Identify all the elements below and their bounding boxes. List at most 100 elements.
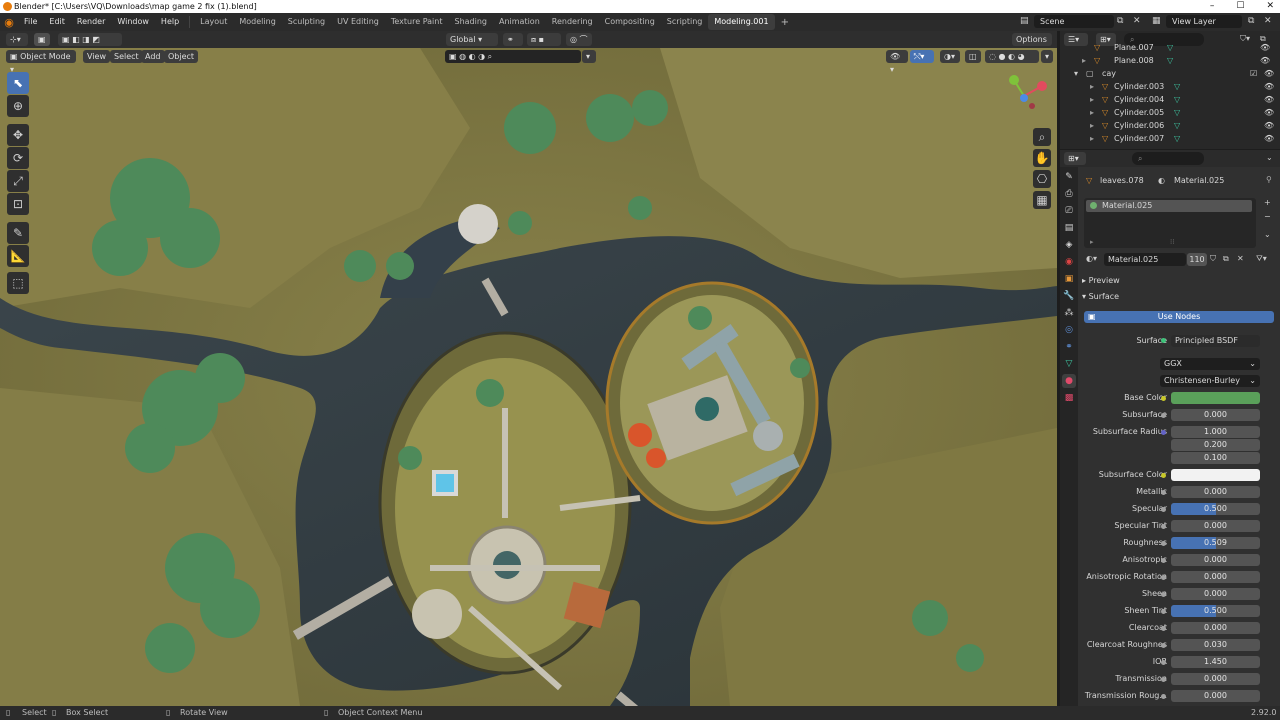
color-swatch[interactable] xyxy=(1171,469,1260,481)
select-cursor-icon[interactable]: ⬉ xyxy=(7,72,29,94)
maximize-icon[interactable]: ☐ xyxy=(1236,0,1244,13)
select-mode-button[interactable]: ▣ xyxy=(34,33,50,46)
overlay-icon[interactable]: ◑▾ xyxy=(940,50,960,63)
filter-dropdown-icon[interactable]: ▾ xyxy=(582,50,596,63)
expand-arrow-icon[interactable]: ▸ xyxy=(1090,238,1094,246)
measure-icon[interactable]: 📐 xyxy=(7,245,29,267)
slider-field[interactable]: 0.000 xyxy=(1171,520,1260,532)
outliner-row[interactable]: ▸ ▽ Cylinder.003 ▽ 👁 xyxy=(1060,80,1280,93)
gizmo-toggle-icon[interactable]: ⤲▾ xyxy=(910,50,934,63)
add-slot-icon[interactable]: + xyxy=(1264,198,1271,207)
collapse-arrow-icon[interactable]: ▾ xyxy=(1074,67,1078,80)
socket-icon[interactable] xyxy=(1161,643,1166,648)
3d-viewport[interactable]: ▣ Object Mode ▾ View Select Add Object ▣… xyxy=(0,48,1057,706)
color-swatch[interactable] xyxy=(1171,392,1260,404)
shading-dropdown-icon[interactable]: ▾ xyxy=(1041,50,1053,63)
socket-icon[interactable] xyxy=(1161,541,1166,546)
xray-icon[interactable]: ◫ xyxy=(965,50,981,63)
data-tab-icon[interactable]: ▽ xyxy=(1062,357,1076,371)
outliner-row[interactable]: ▸ ▽ Plane.008 ▽ 👁 xyxy=(1060,54,1280,67)
new-view-layer-icon[interactable]: ⧉ xyxy=(1248,16,1254,26)
pivot-point-icon[interactable]: ⚭ xyxy=(503,33,523,46)
expand-arrow-icon[interactable]: ▸ xyxy=(1082,54,1086,67)
eye-icon[interactable]: 👁 xyxy=(1264,67,1274,80)
slider-field[interactable]: 0.000 xyxy=(1171,554,1260,566)
gizmo-filter-bar[interactable]: ▣ ◍ ◐ ◑ ⌕ xyxy=(445,50,581,63)
menu-view[interactable]: View xyxy=(83,50,110,63)
tab-animation[interactable]: Animation xyxy=(493,14,546,30)
subsurface-method-dropdown[interactable]: Christensen-Burley ⌄ xyxy=(1160,375,1260,387)
eye-icon[interactable]: 👁 xyxy=(1264,93,1274,106)
outliner-row[interactable]: ▾ ▢ cay ☑ 👁 xyxy=(1060,67,1280,80)
outliner-row[interactable]: ▸ ▽ Cylinder.005 ▽ 👁 xyxy=(1060,106,1280,119)
new-scene-icon[interactable]: ⧉ xyxy=(1117,16,1123,26)
mode-dropdown[interactable]: ▣ Object Mode ▾ xyxy=(6,50,76,74)
eye-icon[interactable]: 👁 xyxy=(1260,54,1270,67)
expand-arrow-icon[interactable]: ▸ xyxy=(1090,119,1094,132)
view-layer-tab-icon[interactable]: ▤ xyxy=(1062,221,1076,235)
properties-editor-type[interactable]: ⊞▾ xyxy=(1064,152,1086,165)
slider-field[interactable]: 0.000 xyxy=(1171,486,1260,498)
expand-arrow-icon[interactable]: ▸ xyxy=(1090,80,1094,93)
slider-field[interactable]: 1.450 xyxy=(1171,656,1260,668)
slider-field[interactable]: 0.500 xyxy=(1171,605,1260,617)
delete-scene-icon[interactable]: ✕ xyxy=(1133,16,1141,26)
cursor-icon[interactable]: ⊕ xyxy=(7,95,29,117)
unlink-icon[interactable]: ✕ xyxy=(1237,254,1244,263)
rotate-icon[interactable]: ⟳ xyxy=(7,147,29,169)
slider-field[interactable]: 0.000 xyxy=(1171,622,1260,634)
eye-icon[interactable]: 👁 xyxy=(1264,106,1274,119)
slider-field[interactable]: 0.000 xyxy=(1171,690,1260,702)
socket-icon[interactable] xyxy=(1161,609,1166,614)
tab-modeling[interactable]: Modeling xyxy=(233,14,281,30)
fake-user-icon[interactable]: ⛉ xyxy=(1210,254,1216,264)
surface-shader-field[interactable]: Principled BSDF xyxy=(1171,335,1260,347)
outliner-row[interactable]: ▸ ▽ Cylinder.006 ▽ 👁 xyxy=(1060,119,1280,132)
add-cube-icon[interactable]: ⬚ xyxy=(7,272,29,294)
snap-icon[interactable]: ⧈ ▪ xyxy=(527,33,561,46)
menu-select[interactable]: Select xyxy=(110,50,143,63)
vector-component-field[interactable]: 0.100 xyxy=(1171,452,1260,464)
properties-search-input[interactable]: ⌕ xyxy=(1132,152,1204,165)
socket-icon[interactable] xyxy=(1161,490,1166,495)
eye-icon[interactable]: 👁 xyxy=(1264,119,1274,132)
scene-tab-icon[interactable]: ◈ xyxy=(1062,238,1076,252)
tab-scripting[interactable]: Scripting xyxy=(661,14,709,30)
scene-icon[interactable]: ▤ xyxy=(1020,16,1029,26)
user-count[interactable]: 110 xyxy=(1187,253,1207,266)
slider-field[interactable]: 0.509 xyxy=(1171,537,1260,549)
move-icon[interactable]: ✥ xyxy=(7,124,29,146)
modifier-tab-icon[interactable]: 🔧 xyxy=(1062,289,1076,303)
link-dropdown-icon[interactable]: ⛛▾ xyxy=(1256,254,1267,264)
material-slot[interactable]: Material.025 xyxy=(1086,200,1252,212)
physics-tab-icon[interactable]: ◎ xyxy=(1062,323,1076,337)
scale-icon[interactable]: ⤢ xyxy=(7,170,29,192)
particles-tab-icon[interactable]: ⁂ xyxy=(1062,306,1076,320)
slider-field[interactable]: 0.030 xyxy=(1171,639,1260,651)
world-tab-icon[interactable]: ◉ xyxy=(1062,255,1076,269)
editor-type-button[interactable]: ⊹▾ xyxy=(6,33,28,46)
menu-edit[interactable]: Edit xyxy=(43,13,71,31)
socket-icon[interactable] xyxy=(1161,558,1166,563)
material-tab-icon[interactable]: ● xyxy=(1062,374,1076,388)
eye-icon[interactable]: 👁 xyxy=(1260,41,1270,54)
camera-icon[interactable]: ⎔ xyxy=(1033,170,1051,188)
texture-tab-icon[interactable]: ▩ xyxy=(1062,391,1076,405)
visibility-icon[interactable]: 👁▾ xyxy=(886,50,908,74)
use-nodes-button[interactable]: ▣ Use Nodes xyxy=(1084,311,1274,323)
expand-arrow-icon[interactable]: ▸ xyxy=(1090,132,1094,145)
slider-field[interactable]: 0.500 xyxy=(1171,503,1260,515)
transform-icon[interactable]: ⊡ xyxy=(7,193,29,215)
outliner-row[interactable]: ▸ ▽ Cylinder.007 ▽ 👁 xyxy=(1060,132,1280,145)
socket-icon[interactable] xyxy=(1161,660,1166,665)
socket-icon[interactable] xyxy=(1161,694,1166,699)
material-name-field[interactable]: Material.025 xyxy=(1104,253,1186,266)
view-layer-field[interactable]: View Layer xyxy=(1166,15,1242,28)
tab-layout[interactable]: Layout xyxy=(194,14,233,30)
socket-icon[interactable] xyxy=(1161,626,1166,631)
socket-icon[interactable] xyxy=(1161,677,1166,682)
output-tab-icon[interactable]: ⎚ xyxy=(1062,204,1076,218)
tab-uv-editing[interactable]: UV Editing xyxy=(331,14,385,30)
delete-view-layer-icon[interactable]: ✕ xyxy=(1264,16,1272,26)
socket-icon[interactable] xyxy=(1161,524,1166,529)
